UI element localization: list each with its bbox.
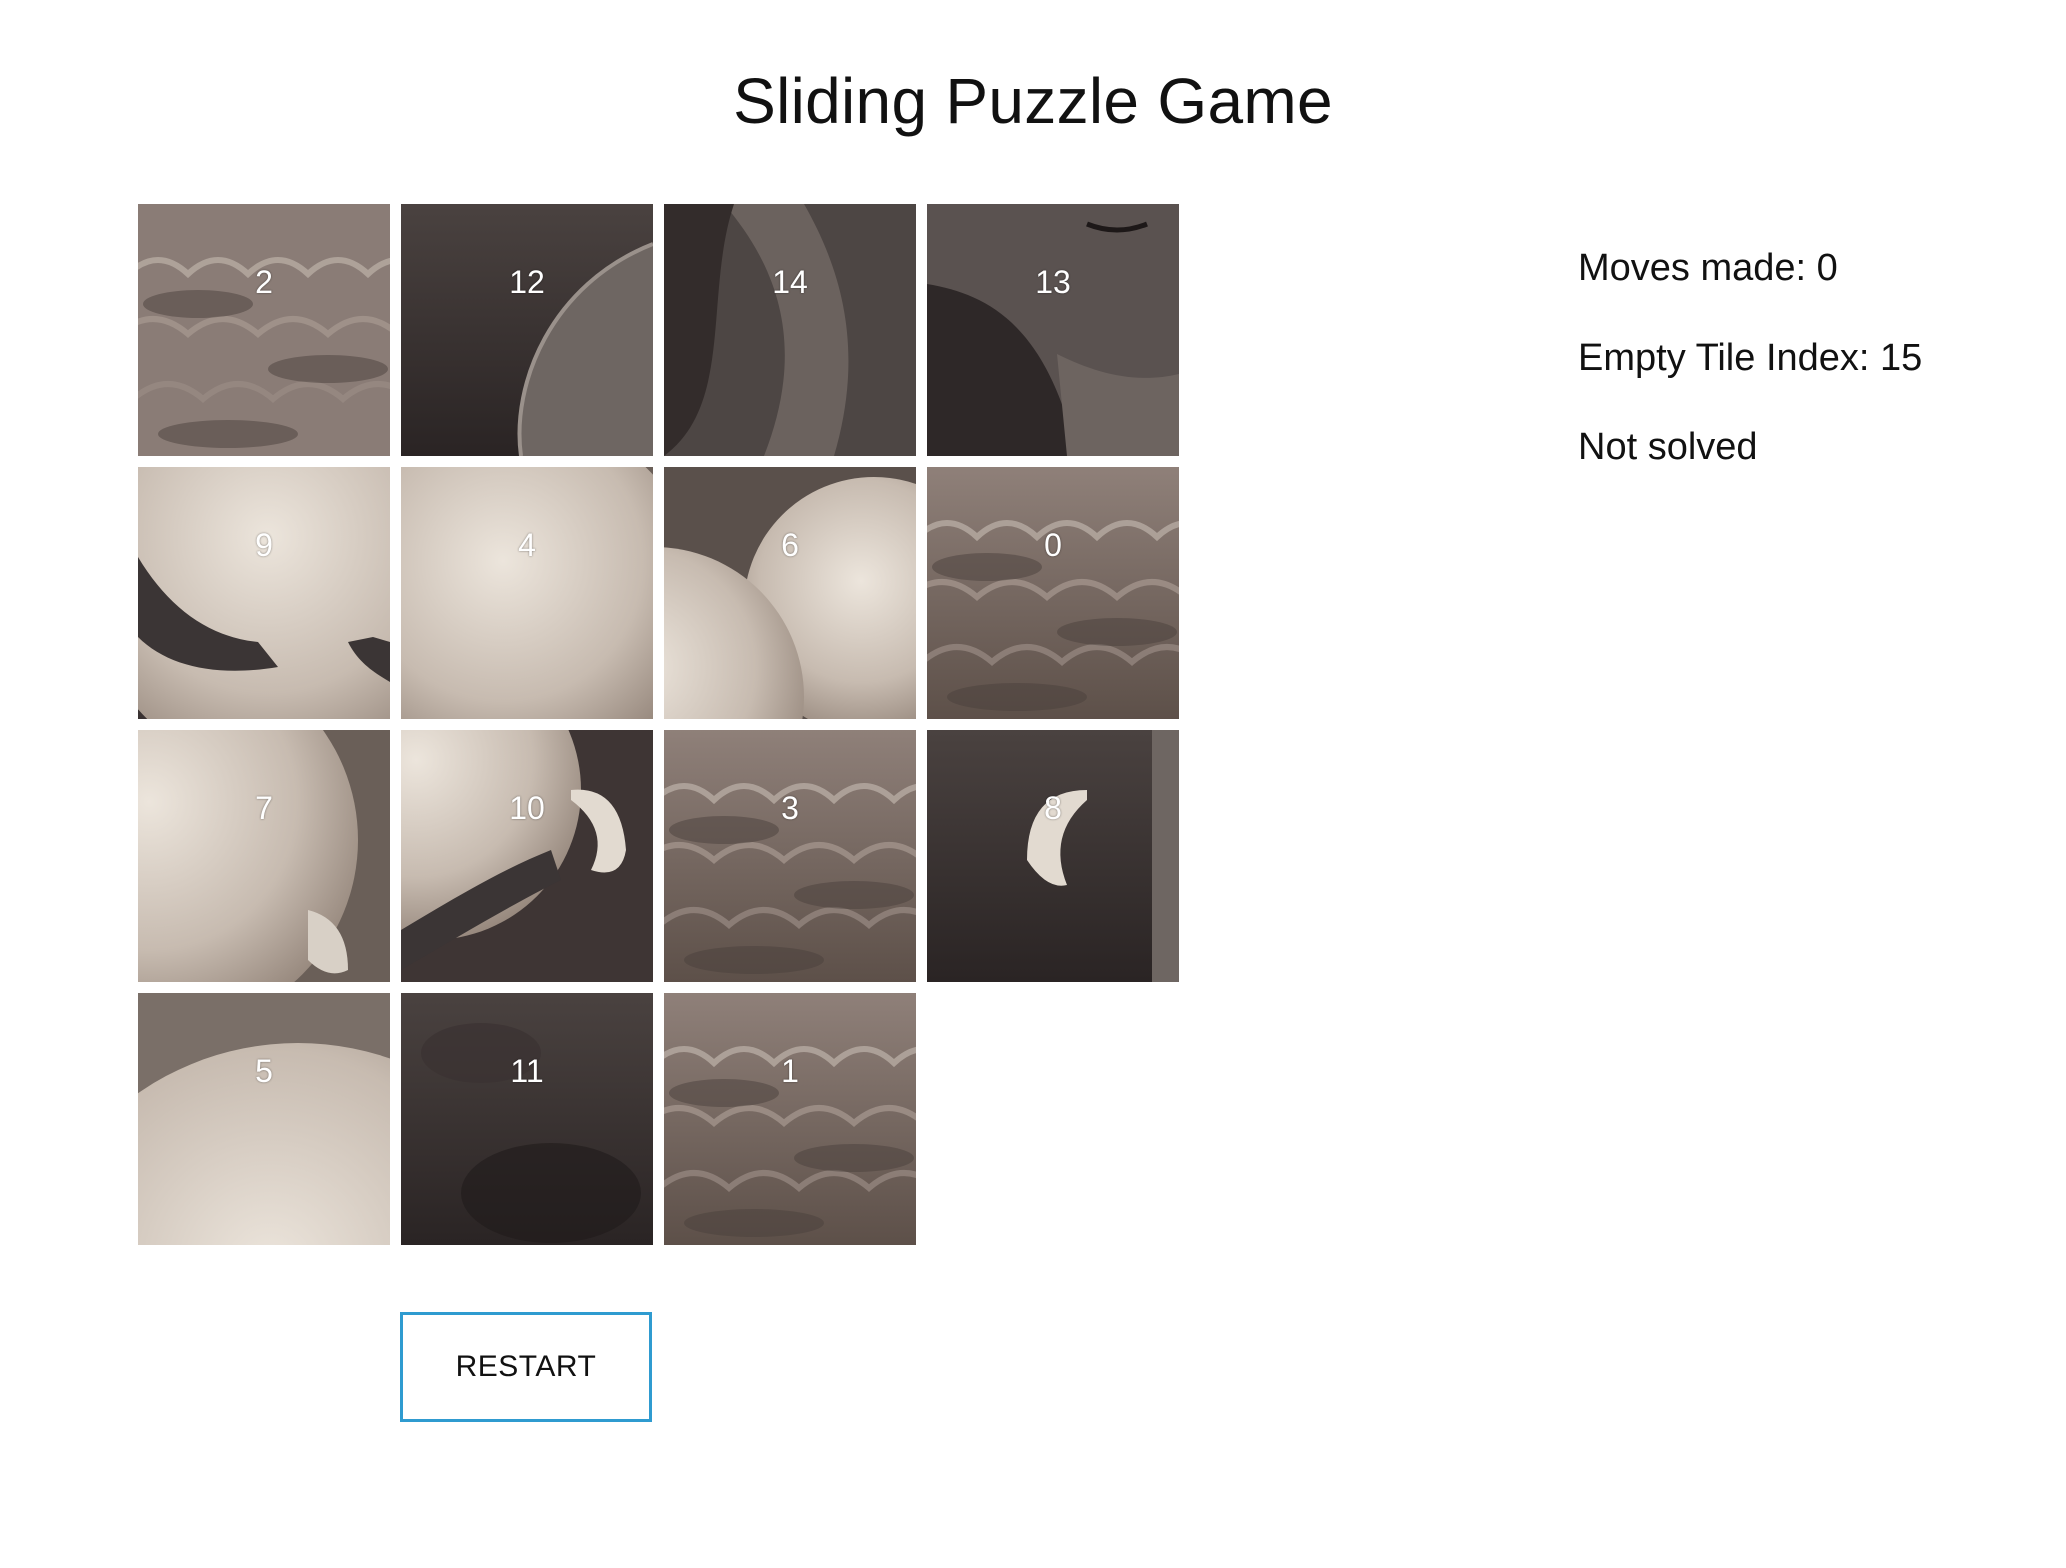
tile-number: 13 xyxy=(1035,264,1071,300)
puzzle-tile-10[interactable]: 10 xyxy=(401,730,653,982)
tile-number: 11 xyxy=(510,1053,544,1089)
puzzle-tile-3[interactable]: 3 xyxy=(664,730,916,982)
tile-number: 1 xyxy=(781,1053,799,1089)
puzzle-tile-13[interactable]: 13 xyxy=(927,204,1179,456)
tile-image xyxy=(138,993,390,1245)
solved-status: Not solved xyxy=(1578,426,1758,469)
tile-image xyxy=(138,730,390,982)
tile-image xyxy=(401,204,653,456)
puzzle-tile-1[interactable]: 1 xyxy=(664,993,916,1245)
puzzle-tile-5[interactable]: 5 xyxy=(138,993,390,1245)
puzzle-tile-11[interactable]: 11 xyxy=(401,993,653,1245)
tile-image xyxy=(664,467,916,719)
puzzle-tile-12[interactable]: 12 xyxy=(401,204,653,456)
tile-number: 14 xyxy=(772,264,808,300)
tile-number: 8 xyxy=(1044,790,1062,826)
puzzle-tile-14[interactable]: 14 xyxy=(664,204,916,456)
tile-number: 0 xyxy=(1044,527,1062,563)
puzzle-tile-7[interactable]: 7 xyxy=(138,730,390,982)
tile-number: 4 xyxy=(518,527,536,563)
tile-image xyxy=(664,204,916,456)
stats-panel: Moves made: 0 Empty Tile Index: 15 Not s… xyxy=(1578,246,2038,515)
puzzle-tile-4[interactable]: 4 xyxy=(401,467,653,719)
puzzle-tile-6[interactable]: 6 xyxy=(664,467,916,719)
restart-button[interactable]: RESTART xyxy=(400,1312,652,1422)
tile-image xyxy=(927,467,1179,719)
puzzle-tile-0[interactable]: 0 xyxy=(927,467,1179,719)
tile-image xyxy=(138,204,390,456)
tile-number: 7 xyxy=(255,790,273,826)
tile-image xyxy=(401,467,653,719)
page-title: Sliding Puzzle Game xyxy=(733,65,1333,137)
tile-number: 6 xyxy=(781,527,799,563)
tile-image xyxy=(664,993,916,1245)
tile-number: 3 xyxy=(781,790,799,826)
tile-image xyxy=(927,204,1179,456)
tile-number: 12 xyxy=(509,264,545,300)
empty-slot xyxy=(927,993,1179,1245)
puzzle-board: 2 12 14 13 9 4 6 0 7 10 3 8 5 11 1 xyxy=(138,204,1184,1250)
moves-counter: Moves made: 0 xyxy=(1578,247,1838,289)
tile-number: 10 xyxy=(509,790,545,826)
tile-number: 5 xyxy=(255,1053,273,1089)
tile-image xyxy=(401,993,653,1245)
puzzle-tile-8[interactable]: 8 xyxy=(927,730,1179,982)
tile-image xyxy=(664,730,916,982)
tile-image xyxy=(401,730,653,982)
tile-image xyxy=(927,730,1179,982)
tile-image xyxy=(138,467,390,719)
puzzle-tile-2[interactable]: 2 xyxy=(138,204,390,456)
tile-number: 9 xyxy=(255,527,273,563)
puzzle-tile-9[interactable]: 9 xyxy=(138,467,390,719)
tile-number: 2 xyxy=(255,264,273,300)
empty-tile-index: Empty Tile Index: 15 xyxy=(1578,336,1923,379)
